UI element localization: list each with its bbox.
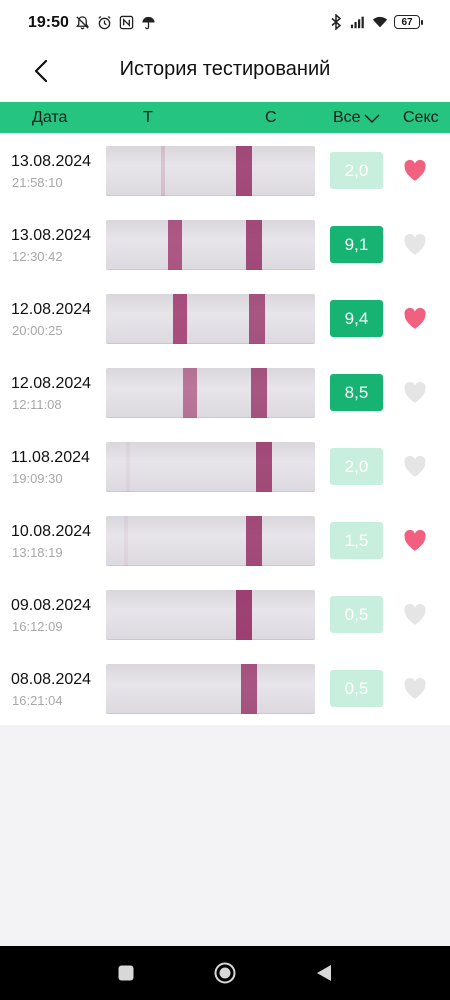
sex-heart-icon[interactable]: [402, 676, 428, 700]
sex-heart-icon[interactable]: [402, 232, 428, 256]
history-row[interactable]: 13.08.2024 21:58:10 2,0: [0, 133, 450, 207]
sex-heart-icon[interactable]: [402, 528, 428, 552]
sex-heart-icon[interactable]: [402, 454, 428, 478]
test-strip-image[interactable]: [106, 516, 315, 566]
row-time: 16:12:09: [12, 619, 63, 634]
sex-heart-icon[interactable]: [402, 158, 428, 182]
history-row[interactable]: 11.08.2024 19:09:30 2,0: [0, 429, 450, 503]
recent-apps-icon: [118, 965, 134, 981]
control-line-c: [236, 146, 252, 196]
sex-heart-icon[interactable]: [402, 602, 428, 626]
score-badge: 0,5: [330, 596, 383, 633]
control-line-c: [241, 664, 257, 714]
test-line-t: [126, 442, 130, 492]
column-date[interactable]: Дата: [32, 109, 67, 127]
score-badge: 9,4: [330, 300, 383, 337]
test-strip-image[interactable]: [106, 368, 315, 418]
row-time: 16:21:04: [12, 693, 63, 708]
test-line-t: [173, 294, 187, 344]
test-line-t: [168, 220, 182, 270]
wifi-icon: [372, 14, 388, 30]
score-badge: 2,0: [330, 152, 383, 189]
home-button[interactable]: [212, 960, 238, 986]
test-line-t: [183, 368, 197, 418]
battery-icon: 67: [394, 15, 423, 29]
sex-heart-icon[interactable]: [402, 380, 428, 404]
home-icon: [214, 962, 236, 984]
row-date: 10.08.2024: [11, 523, 92, 540]
umbrella-icon: [140, 14, 156, 30]
control-line-c: [256, 442, 272, 492]
status-time: 19:50: [28, 14, 69, 31]
history-row[interactable]: 13.08.2024 12:30:42 9,1: [0, 207, 450, 281]
score-badge: 1,5: [330, 522, 383, 559]
history-row[interactable]: 12.08.2024 20:00:25 9,4: [0, 281, 450, 355]
sex-heart-icon[interactable]: [402, 306, 428, 330]
back-nav-button[interactable]: [311, 960, 337, 986]
filter-all-dropdown[interactable]: Все: [333, 109, 381, 127]
alarm-clock-icon: [96, 14, 112, 30]
test-strip-image[interactable]: [106, 220, 315, 270]
row-date: 08.08.2024: [11, 671, 92, 688]
column-c: C: [265, 109, 277, 126]
test-line-t: [161, 146, 165, 196]
app-header: История тестирований: [0, 38, 450, 102]
score-badge: 0,5: [330, 670, 383, 707]
status-bar: 19:50 67: [0, 0, 450, 38]
row-date: 12.08.2024: [11, 301, 92, 318]
row-date: 11.08.2024: [11, 449, 90, 466]
alarm-off-icon: [74, 14, 90, 30]
page-title: История тестирований: [119, 58, 331, 80]
test-strip-image[interactable]: [106, 294, 315, 344]
signal-icon: [350, 14, 366, 30]
recent-apps-button[interactable]: [113, 960, 139, 986]
row-time: 12:11:08: [12, 397, 62, 412]
row-date: 12.08.2024: [11, 375, 92, 392]
row-date: 13.08.2024: [11, 227, 92, 244]
table-header: Дата T C Все Секс: [0, 102, 450, 133]
control-line-c: [249, 294, 265, 344]
test-strip-image[interactable]: [106, 590, 315, 640]
nfc-icon: [118, 14, 134, 30]
history-row[interactable]: 09.08.2024 16:12:09 0,5: [0, 577, 450, 651]
column-sex: Секс: [403, 109, 439, 126]
status-right-icons: 67: [328, 14, 423, 30]
back-triangle-icon: [317, 965, 331, 981]
control-line-c: [236, 590, 252, 640]
test-history-list: 13.08.2024 21:58:10 2,0 13.08.2024 12:30:42 9…: [0, 133, 450, 725]
row-time: 21:58:10: [12, 175, 63, 190]
chevron-down-icon: [364, 114, 380, 123]
control-line-c: [246, 516, 262, 566]
control-line-c: [251, 368, 267, 418]
row-time: 20:00:25: [12, 323, 63, 338]
filter-all-label: Все: [333, 109, 361, 126]
test-strip-image[interactable]: [106, 442, 315, 492]
row-time: 13:18:19: [12, 545, 63, 560]
test-strip-image[interactable]: [106, 664, 315, 714]
system-nav-bar: [0, 946, 450, 1000]
status-left-icons: [74, 14, 156, 30]
bluetooth-icon: [328, 14, 344, 30]
control-line-c: [246, 220, 262, 270]
row-date: 13.08.2024: [11, 153, 92, 170]
history-row[interactable]: 08.08.2024 16:21:04 0,5: [0, 651, 450, 725]
test-line-t: [124, 516, 128, 566]
test-strip-image[interactable]: [106, 146, 315, 196]
row-time: 12:30:42: [12, 249, 63, 264]
score-badge: 2,0: [330, 448, 383, 485]
column-t: T: [143, 109, 153, 126]
history-row[interactable]: 12.08.2024 12:11:08 8,5: [0, 355, 450, 429]
score-badge: 9,1: [330, 226, 383, 263]
row-time: 19:09:30: [12, 471, 63, 486]
score-badge: 8,5: [330, 374, 383, 411]
row-date: 09.08.2024: [11, 597, 92, 614]
history-row[interactable]: 10.08.2024 13:18:19 1,5: [0, 503, 450, 577]
